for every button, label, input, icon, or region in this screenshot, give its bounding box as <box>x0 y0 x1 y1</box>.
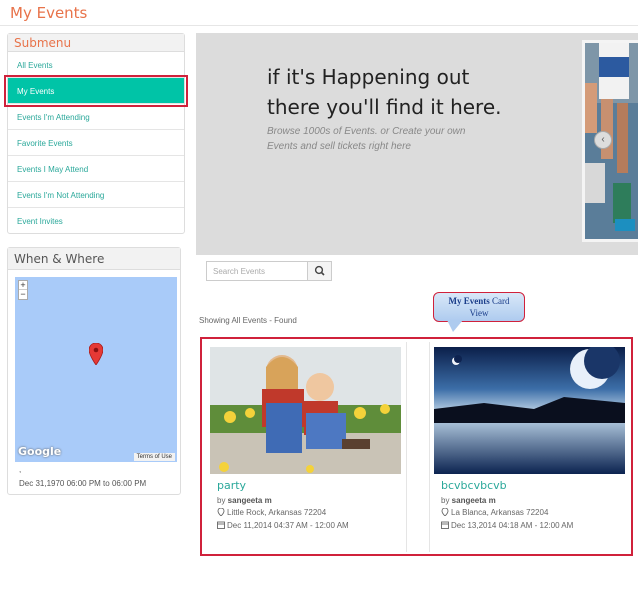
event-date: Dec 13,2014 04:18 AM - 12:00 AM <box>451 521 574 530</box>
map-marker-icon <box>441 508 449 516</box>
google-logo: Google <box>18 445 62 458</box>
event-date: Dec 11,2014 04:37 AM - 12:00 AM <box>227 521 349 530</box>
event-author: by sangeeta m <box>441 496 496 505</box>
event-card[interactable]: bcvbcvbcvb by sangeeta m La Blanca, Arka… <box>434 342 634 552</box>
card-view-callout: My Events Card View <box>433 292 525 322</box>
event-date-row: Dec 11,2014 04:37 AM - 12:00 AM <box>217 521 349 530</box>
event-date-row: Dec 13,2014 04:18 AM - 12:00 AM <box>441 521 573 530</box>
event-location: La Blanca, Arkansas 72204 <box>451 508 549 517</box>
event-title[interactable]: bcvbcvbcvb <box>441 479 507 492</box>
card-divider <box>406 342 407 552</box>
when-where-title: When & Where <box>8 248 180 270</box>
events-card-grid: party by sangeeta m Little Rock, Arkansa… <box>200 337 633 556</box>
callout-line2: View <box>469 308 489 318</box>
sidebar-item-attending[interactable]: Events I'm Attending <box>8 104 184 130</box>
event-location: Little Rock, Arkansas 72204 <box>227 508 327 517</box>
event-image[interactable] <box>210 347 401 474</box>
hero-banner: if it's Happening out there you'll find … <box>196 33 638 255</box>
event-location-row: Little Rock, Arkansas 72204 <box>217 508 326 517</box>
hero-subtext: Browse 1000s of Events. or Create your o… <box>267 126 466 152</box>
event-image[interactable] <box>434 347 625 474</box>
event-author: by sangeeta m <box>217 496 272 505</box>
event-by-prefix: by <box>217 496 228 505</box>
event-location-row: La Blanca, Arkansas 72204 <box>441 508 548 517</box>
active-item-highlight <box>4 75 188 107</box>
listing-status: Showing All Events - Found <box>199 316 297 325</box>
sidebar-item-may-attend[interactable]: Events I May Attend <box>8 156 184 182</box>
carousel-prev-arrow-icon[interactable]: ‹ <box>594 131 612 149</box>
event-location: , <box>19 465 22 474</box>
search-button[interactable] <box>307 261 332 281</box>
callout-bold: My Events <box>448 296 490 306</box>
event-author-name[interactable]: sangeeta m <box>228 496 272 505</box>
map-terms-link[interactable]: Terms of Use <box>133 453 175 461</box>
map-marker-icon <box>217 508 225 516</box>
hero-headline: if it's Happening out there you'll find … <box>267 65 502 119</box>
search-icon <box>314 265 325 276</box>
location-map[interactable]: + − Google Terms of Use <box>15 277 177 462</box>
sidebar-item-invites[interactable]: Event Invites <box>8 208 184 234</box>
event-card[interactable]: party by sangeeta m Little Rock, Arkansa… <box>210 342 410 552</box>
map-pin-icon[interactable] <box>89 343 103 365</box>
submenu-panel: Submenu All Events My Events Events I'm … <box>7 33 185 234</box>
sidebar-item-favorite[interactable]: Favorite Events <box>8 130 184 156</box>
calendar-icon <box>217 521 225 529</box>
zoom-out-button[interactable]: − <box>19 290 27 299</box>
map-zoom-control: + − <box>18 280 28 300</box>
event-by-prefix: by <box>441 496 452 505</box>
title-divider <box>0 25 638 26</box>
when-where-panel: When & Where + − Google Terms of Use , D… <box>7 247 181 495</box>
callout-text: Card <box>489 296 510 306</box>
callout-pointer <box>447 320 463 332</box>
event-date-range: Dec 31,1970 06:00 PM to 06:00 PM <box>19 479 147 488</box>
submenu-title: Submenu <box>8 34 184 52</box>
page-title: My Events <box>10 4 88 22</box>
card-divider <box>429 342 430 552</box>
sidebar-item-not-attending[interactable]: Events I'm Not Attending <box>8 182 184 208</box>
event-title[interactable]: party <box>217 479 246 492</box>
event-author-name[interactable]: sangeeta m <box>452 496 496 505</box>
search-input[interactable]: Search Events <box>206 261 308 281</box>
calendar-icon <box>441 521 449 529</box>
